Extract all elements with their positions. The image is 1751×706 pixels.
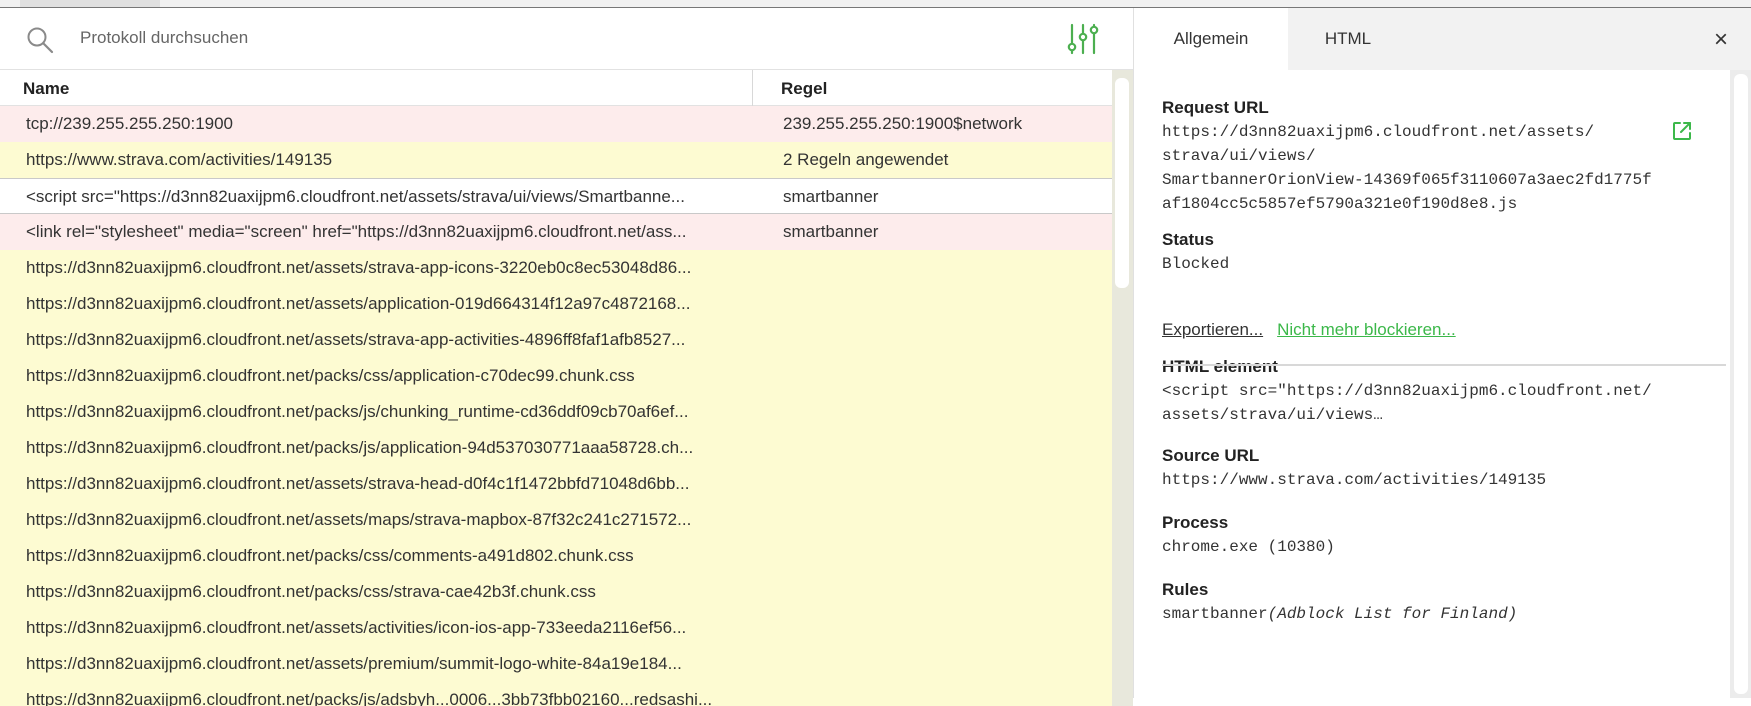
search-icon — [27, 27, 54, 54]
actions-row: Exportieren... Nicht mehr blockieren... — [1162, 320, 1456, 340]
top-tab-indicator — [20, 0, 160, 7]
table-row[interactable]: https://d3nn82uaxijpm6.cloudfront.net/as… — [0, 502, 1112, 538]
search-input[interactable] — [80, 23, 980, 53]
row-name-cell: <script src="https://d3nn82uaxijpm6.clou… — [26, 187, 685, 206]
html-element-label: HTML element — [1162, 357, 1278, 376]
row-name-cell: https://d3nn82uaxijpm6.cloudfront.net/as… — [26, 618, 687, 637]
tab-html[interactable]: HTML — [1288, 8, 1408, 70]
table-header: Name Regel — [0, 70, 1112, 106]
tab-general[interactable]: Allgemein — [1134, 8, 1288, 70]
rules-value: smartbanner(Adblock List for Finland) — [1162, 602, 1517, 626]
log-pane: Name Regel tcp://239.255.255.250:1900 239… — [0, 8, 1133, 706]
source-url-value: https://www.strava.com/activities/149135 — [1162, 471, 1547, 489]
row-name-cell: https://d3nn82uaxijpm6.cloudfront.net/as… — [26, 330, 686, 349]
row-name-cell: https://d3nn82uaxijpm6.cloudfront.net/pa… — [26, 402, 689, 421]
html-element-value: <script src="https://d3nn82uaxijpm6.clou… — [1162, 382, 1652, 424]
table-row[interactable]: https://d3nn82uaxijpm6.cloudfront.net/as… — [0, 250, 1112, 286]
unblock-link[interactable]: Nicht mehr blockieren... — [1277, 320, 1456, 339]
rule-name: smartbanner — [1162, 605, 1268, 623]
external-link-icon[interactable] — [1671, 120, 1693, 142]
log-scrollbar-thumb[interactable] — [1115, 78, 1129, 288]
status-value: Blocked — [1162, 255, 1230, 273]
table-row[interactable]: https://d3nn82uaxijpm6.cloudfront.net/pa… — [0, 682, 1112, 706]
details-scrollbar[interactable] — [1730, 70, 1751, 698]
table-row[interactable]: https://d3nn82uaxijpm6.cloudfront.net/as… — [0, 286, 1112, 322]
status-label: Status — [1162, 230, 1214, 249]
export-link[interactable]: Exportieren... — [1162, 320, 1263, 339]
rule-list-name: (Adblock List for Finland) — [1267, 605, 1518, 623]
table-row[interactable]: https://d3nn82uaxijpm6.cloudfront.net/pa… — [0, 358, 1112, 394]
column-header-name[interactable]: Name — [23, 79, 69, 99]
row-rule-cell: 2 Regeln angewendet — [783, 150, 949, 169]
row-name-cell: https://d3nn82uaxijpm6.cloudfront.net/as… — [26, 258, 692, 277]
row-name-cell: https://d3nn82uaxijpm6.cloudfront.net/as… — [26, 474, 690, 493]
details-scrollbar-thumb[interactable] — [1734, 74, 1748, 694]
row-name-cell: https://d3nn82uaxijpm6.cloudfront.net/pa… — [26, 366, 635, 385]
details-pane: Allgemein HTML × Request URL https://d3n… — [1133, 8, 1751, 698]
column-header-rule[interactable]: Regel — [781, 79, 827, 99]
request-url-label: Request URL — [1162, 98, 1269, 117]
details-tabs: Allgemein HTML × — [1134, 8, 1751, 70]
row-name-cell: https://d3nn82uaxijpm6.cloudfront.net/as… — [26, 654, 682, 673]
table-row[interactable]: https://d3nn82uaxijpm6.cloudfront.net/pa… — [0, 394, 1112, 430]
row-name-cell: tcp://239.255.255.250:1900 — [26, 114, 234, 133]
row-name-cell: https://d3nn82uaxijpm6.cloudfront.net/pa… — [26, 438, 694, 457]
row-rule-cell: smartbanner — [783, 187, 879, 206]
row-name-cell: https://d3nn82uaxijpm6.cloudfront.net/pa… — [26, 690, 713, 706]
row-rule-cell: 239.255.255.250:1900$network — [783, 114, 1023, 133]
row-name-cell: https://d3nn82uaxijpm6.cloudfront.net/pa… — [26, 582, 596, 601]
row-name-cell: https://www.strava.com/activities/149135 — [26, 150, 333, 169]
table-row[interactable]: https://d3nn82uaxijpm6.cloudfront.net/as… — [0, 322, 1112, 358]
log-table-body: tcp://239.255.255.250:1900 239.255.255.25… — [0, 106, 1112, 706]
table-row[interactable]: https://d3nn82uaxijpm6.cloudfront.net/as… — [0, 610, 1112, 646]
table-row[interactable]: https://d3nn82uaxijpm6.cloudfront.net/as… — [0, 646, 1112, 682]
request-url-value: https://d3nn82uaxijpm6.cloudfront.net/as… — [1162, 123, 1652, 213]
details-divider — [1162, 364, 1726, 366]
search-bar — [0, 8, 1133, 70]
log-scrollbar[interactable] — [1112, 70, 1133, 706]
table-row[interactable]: https://d3nn82uaxijpm6.cloudfront.net/pa… — [0, 430, 1112, 466]
row-name-cell: https://d3nn82uaxijpm6.cloudfront.net/as… — [26, 510, 692, 529]
table-row[interactable]: https://d3nn82uaxijpm6.cloudfront.net/pa… — [0, 574, 1112, 610]
close-icon[interactable]: × — [1714, 26, 1728, 54]
table-row[interactable]: <script src="https://d3nn82uaxijpm6.clou… — [0, 178, 1112, 214]
row-rule-cell: smartbanner — [783, 222, 879, 241]
filter-sliders-icon[interactable] — [1066, 22, 1100, 56]
table-row[interactable]: https://d3nn82uaxijpm6.cloudfront.net/as… — [0, 466, 1112, 502]
process-label: Process — [1162, 513, 1229, 532]
source-url-label: Source URL — [1162, 446, 1260, 465]
row-name-cell: https://d3nn82uaxijpm6.cloudfront.net/as… — [26, 294, 691, 313]
table-row[interactable]: <link rel="stylesheet" media="screen" hr… — [0, 214, 1112, 250]
window-top-strip — [0, 0, 1751, 8]
table-row[interactable]: tcp://239.255.255.250:1900 239.255.255.25… — [0, 106, 1112, 142]
table-row[interactable]: https://www.strava.com/activities/149135… — [0, 142, 1112, 178]
process-value: chrome.exe (10380) — [1162, 538, 1335, 556]
table-row[interactable]: https://d3nn82uaxijpm6.cloudfront.net/pa… — [0, 538, 1112, 574]
rules-label: Rules — [1162, 580, 1209, 599]
row-name-cell: <link rel="stylesheet" media="screen" hr… — [26, 222, 687, 241]
row-name-cell: https://d3nn82uaxijpm6.cloudfront.net/pa… — [26, 546, 634, 565]
